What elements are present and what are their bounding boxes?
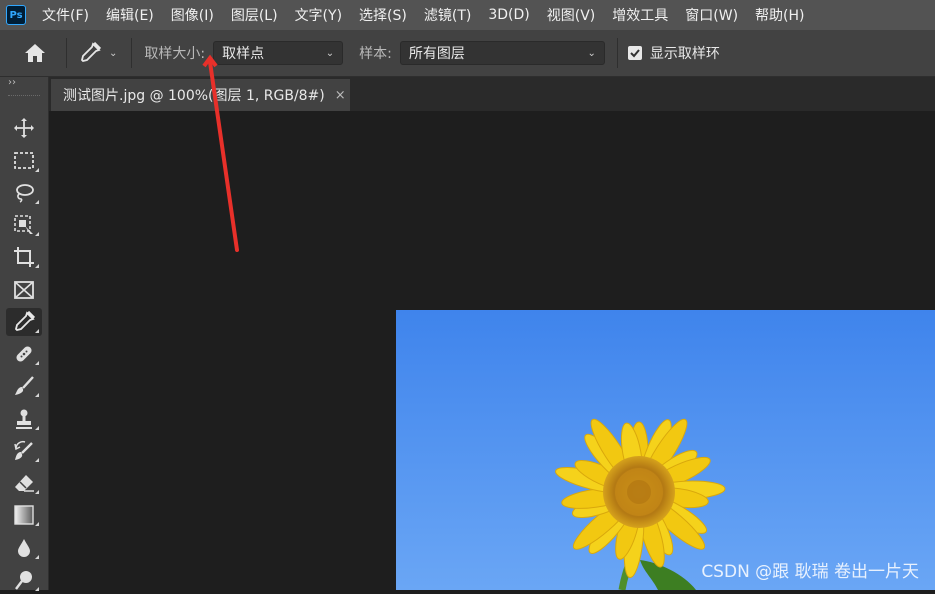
options-bar: ⌄ 取样大小: 取样点 ⌄ 样本: 所有图层 ⌄ 显示取样环 [0, 30, 935, 77]
menu-edit[interactable]: 编辑(E) [106, 5, 154, 25]
frame-icon [14, 281, 34, 299]
close-icon[interactable]: × [335, 88, 346, 103]
sample-size-label: 取样大小: [144, 46, 206, 62]
menu-bar: Ps 文件(F) 编辑(E) 图像(I) 图层(L) 文字(Y) 选择(S) 滤… [0, 0, 935, 30]
show-sampling-ring-checkbox[interactable] [627, 46, 642, 60]
tools-panel: ›› [0, 77, 49, 591]
menu-filter[interactable]: 滤镜(T) [424, 5, 471, 25]
gradient-icon [14, 505, 34, 525]
menu-3d[interactable]: 3D(D) [488, 7, 529, 23]
eraser-tool[interactable] [6, 469, 42, 497]
chevron-down-icon: ⌄ [325, 47, 335, 59]
brush-tool[interactable] [6, 372, 42, 400]
history-brush-icon [14, 440, 33, 460]
home-icon [25, 44, 45, 62]
document-tab-bar: 测试图片.jpg @ 100%(图层 1, RGB/8#) × [49, 77, 935, 111]
watermark: CSDN @跟 耿瑞 卷出一片天 [701, 562, 919, 582]
drop-icon [18, 539, 30, 557]
lasso-icon [16, 184, 34, 203]
brush-icon [15, 376, 34, 395]
menu-plugins[interactable]: 增效工具 [612, 5, 668, 25]
toolbar-grip[interactable] [8, 95, 40, 98]
chevron-down-icon: ⌄ [587, 47, 596, 59]
move-icon [14, 118, 34, 138]
menu-help[interactable]: 帮助(H) [755, 5, 804, 25]
object-selection-icon [14, 215, 33, 234]
tool-preset-picker[interactable]: ⌄ [79, 42, 117, 64]
options-separator [616, 38, 618, 68]
crop-icon [14, 247, 34, 267]
rectangular-marquee-icon [14, 152, 34, 169]
home-button[interactable] [18, 38, 52, 68]
menu-file[interactable]: 文件(F) [42, 5, 89, 25]
clone-stamp-tool[interactable] [6, 405, 42, 433]
collapse-toolbar-icon[interactable]: ›› [8, 77, 16, 88]
chevron-down-icon: ⌄ [109, 47, 118, 59]
menu-type[interactable]: 文字(Y) [295, 5, 342, 25]
healing-brush-tool[interactable] [6, 340, 42, 368]
history-brush-tool[interactable] [6, 437, 42, 465]
sample-size-value: 取样点 [222, 46, 265, 62]
gradient-tool[interactable] [6, 501, 42, 529]
sample-value: 所有图层 [408, 46, 465, 62]
lasso-tool[interactable] [6, 179, 42, 207]
move-tool[interactable] [6, 114, 42, 142]
sample-label: 样本: [359, 46, 392, 62]
options-separator [66, 38, 67, 68]
object-selection-tool[interactable] [6, 211, 42, 239]
sample-select[interactable]: 所有图层 ⌄ [399, 41, 605, 65]
document-tab-title: 测试图片.jpg @ 100%(图层 1, RGB/8#) [63, 88, 325, 104]
blur-tool[interactable] [6, 534, 42, 562]
sunflower-photo [396, 310, 935, 590]
menu-window[interactable]: 窗口(W) [685, 5, 738, 25]
checkmark-icon [630, 49, 640, 58]
dodge-icon [15, 571, 32, 590]
canvas-area[interactable]: CSDN @跟 耿瑞 卷出一片天 [49, 111, 935, 590]
menu-layer[interactable]: 图层(L) [231, 5, 278, 25]
eraser-icon [15, 475, 34, 492]
options-separator [131, 38, 133, 68]
marquee-tool[interactable] [6, 147, 42, 175]
sample-size-select[interactable]: 取样点 ⌄ [213, 41, 344, 65]
stamp-icon [16, 409, 32, 429]
show-sampling-ring-label[interactable]: 显示取样环 [650, 43, 720, 63]
crop-tool[interactable] [6, 243, 42, 271]
eyedropper-icon [81, 42, 101, 62]
frame-tool[interactable] [6, 276, 42, 304]
menu-view[interactable]: 视图(V) [547, 5, 596, 25]
eyedropper-icon [15, 311, 35, 331]
bandage-icon [16, 346, 32, 362]
eyedropper-tool[interactable] [6, 308, 42, 336]
document-tab[interactable]: 测试图片.jpg @ 100%(图层 1, RGB/8#) × [51, 79, 350, 111]
photoshop-logo[interactable]: Ps [6, 5, 26, 25]
menu-image[interactable]: 图像(I) [171, 5, 214, 25]
menu-select[interactable]: 选择(S) [359, 5, 407, 25]
